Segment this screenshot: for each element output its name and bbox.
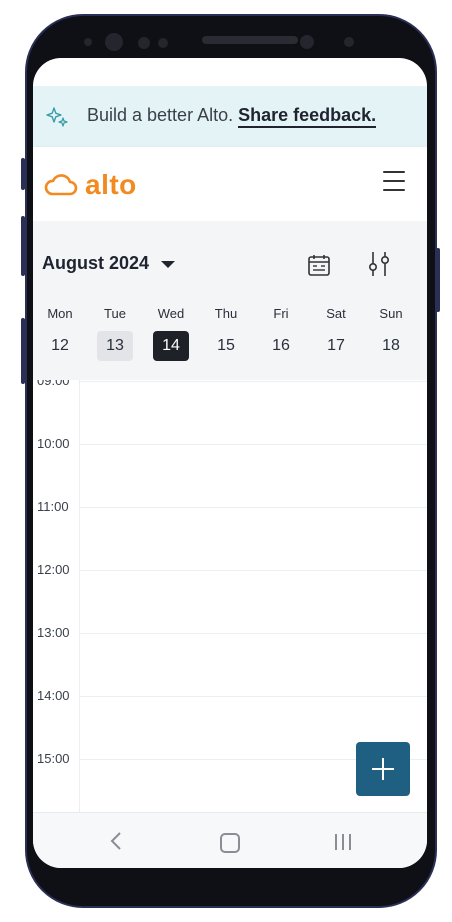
calendar-icon[interactable] [307, 253, 331, 277]
banner-text: Build a better Alto. [87, 105, 234, 125]
system-nav-bar [33, 812, 427, 868]
plus-icon [372, 758, 394, 780]
weekday-label: Mon [47, 306, 73, 321]
day-column-thu[interactable]: Thu 15 [208, 305, 244, 361]
day-column-wed[interactable]: Wed 14 [153, 305, 189, 361]
day-column-sun[interactable]: Sun 18 [373, 305, 409, 361]
hour-label: 09:00 [37, 380, 70, 388]
recent-apps-icon[interactable] [333, 833, 353, 851]
iris-camera-dot [300, 35, 314, 49]
date-cell[interactable]: 18 [373, 331, 409, 361]
hour-gridline [79, 507, 427, 508]
month-label[interactable]: August 2024 [42, 253, 149, 274]
day-column-mon[interactable]: Mon 12 [42, 305, 78, 361]
date-cell[interactable]: 14 [153, 331, 189, 361]
app-screen: Build a better Alto. Share feedback. alt… [33, 58, 427, 868]
feedback-banner: Build a better Alto. Share feedback. [33, 86, 427, 147]
hour-gridline [79, 696, 427, 697]
alto-logo[interactable]: alto [43, 169, 137, 201]
weekday-label: Tue [104, 306, 126, 321]
date-cell[interactable]: 13 [97, 331, 133, 361]
weekday-label: Thu [214, 306, 238, 321]
sparkle-icon [46, 107, 68, 127]
banner-message: Build a better Alto. Share feedback. [87, 105, 377, 128]
date-cell[interactable]: 15 [208, 331, 244, 361]
hour-gridline [79, 570, 427, 571]
sensor-dot [158, 38, 168, 48]
day-column-tue[interactable]: Tue 13 [97, 305, 133, 361]
weekday-label: Sat [326, 306, 346, 321]
date-cell[interactable]: 16 [263, 331, 299, 361]
caret-down-icon[interactable] [161, 261, 175, 268]
weekday-label: Sun [379, 306, 403, 321]
hour-label: 11:00 [37, 499, 69, 514]
sensor-dot [344, 37, 354, 47]
app-header: alto [33, 147, 427, 221]
hour-gridline [79, 381, 427, 382]
day-column-sat[interactable]: Sat 17 [318, 305, 354, 361]
volume-down-button [21, 216, 25, 276]
hour-label: 10:00 [37, 436, 70, 451]
date-cell[interactable]: 12 [42, 331, 78, 361]
sensor-dot [138, 37, 150, 49]
share-feedback-link[interactable]: Share feedback. [238, 105, 377, 128]
hour-label: 13:00 [37, 625, 70, 640]
volume-up-button [21, 158, 25, 190]
front-camera-dot [105, 33, 123, 51]
sensor-dot [84, 38, 92, 46]
hamburger-menu-icon[interactable] [383, 171, 405, 191]
weekday-label: Wed [157, 306, 185, 321]
power-button [436, 248, 440, 312]
earpiece-speaker [202, 36, 298, 44]
filter-sliders-icon[interactable] [367, 251, 391, 277]
weekday-label: Fri [273, 306, 289, 321]
cloud-icon [44, 174, 78, 196]
hour-label: 14:00 [37, 688, 70, 703]
home-icon[interactable] [220, 833, 240, 853]
add-event-button[interactable] [356, 742, 410, 796]
hour-gridline [79, 444, 427, 445]
hour-label: 12:00 [37, 562, 70, 577]
hour-gridline [79, 633, 427, 634]
hour-label: 15:00 [37, 751, 70, 766]
back-icon[interactable] [109, 831, 123, 851]
day-column-fri[interactable]: Fri 16 [263, 305, 299, 361]
logo-text: alto [85, 169, 137, 200]
week-day-strip: Mon 12 Tue 13 Wed 14 Thu 15 Fri 16 Sat 17 Sun 18 [33, 305, 427, 365]
date-cell[interactable]: 17 [318, 331, 354, 361]
bixby-button [21, 318, 25, 384]
